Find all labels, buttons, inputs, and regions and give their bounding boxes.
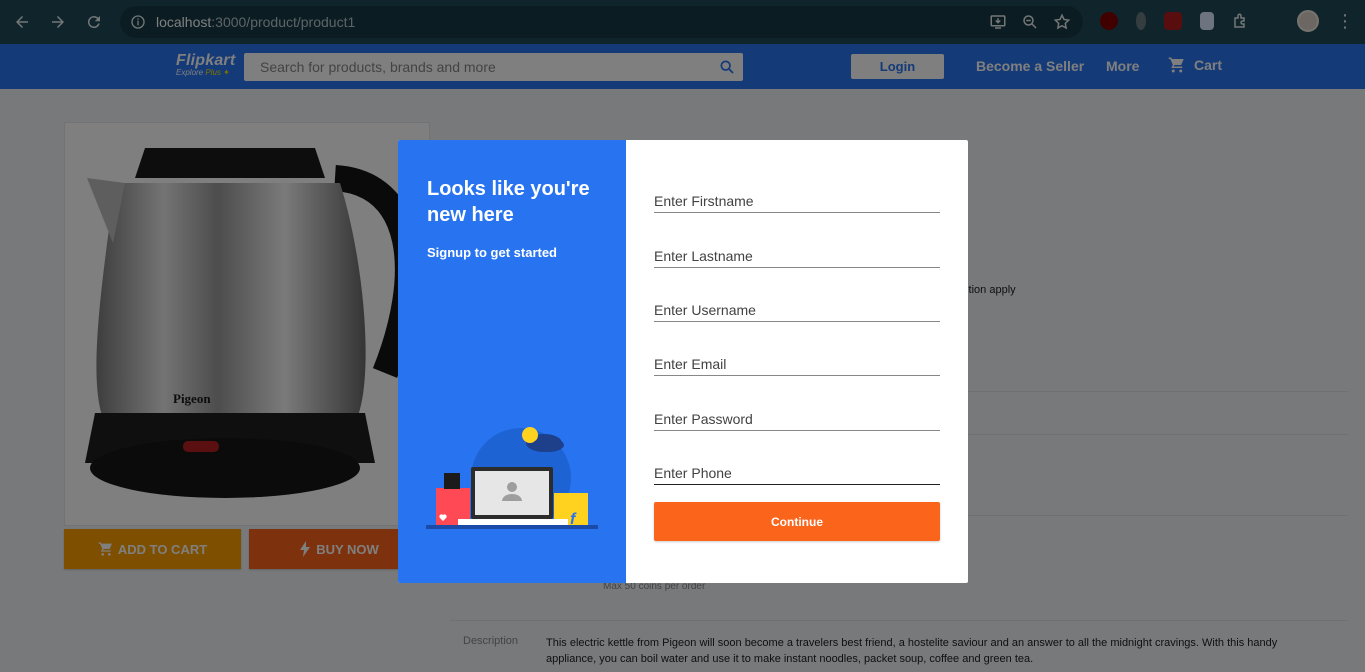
- signup-modal: Looks like you're new here Signup to get…: [398, 140, 968, 583]
- email-input[interactable]: [654, 356, 940, 372]
- lastname-field: [654, 248, 940, 268]
- username-input[interactable]: [654, 302, 940, 318]
- signup-illustration: f: [426, 427, 598, 529]
- password-field: [654, 411, 940, 431]
- username-field: [654, 302, 940, 322]
- lastname-input[interactable]: [654, 248, 940, 264]
- signup-side-panel: Looks like you're new here Signup to get…: [398, 140, 626, 583]
- modal-title: Looks like you're new here: [427, 178, 590, 226]
- phone-input[interactable]: [654, 465, 940, 481]
- password-input[interactable]: [654, 411, 940, 427]
- modal-subtitle: Signup to get started: [427, 245, 557, 260]
- firstname-input[interactable]: [654, 193, 940, 209]
- continue-button[interactable]: Continue: [654, 502, 940, 541]
- signup-form: Continue: [626, 140, 968, 583]
- email-field: [654, 356, 940, 376]
- firstname-field: [654, 193, 940, 213]
- phone-field: [654, 465, 940, 485]
